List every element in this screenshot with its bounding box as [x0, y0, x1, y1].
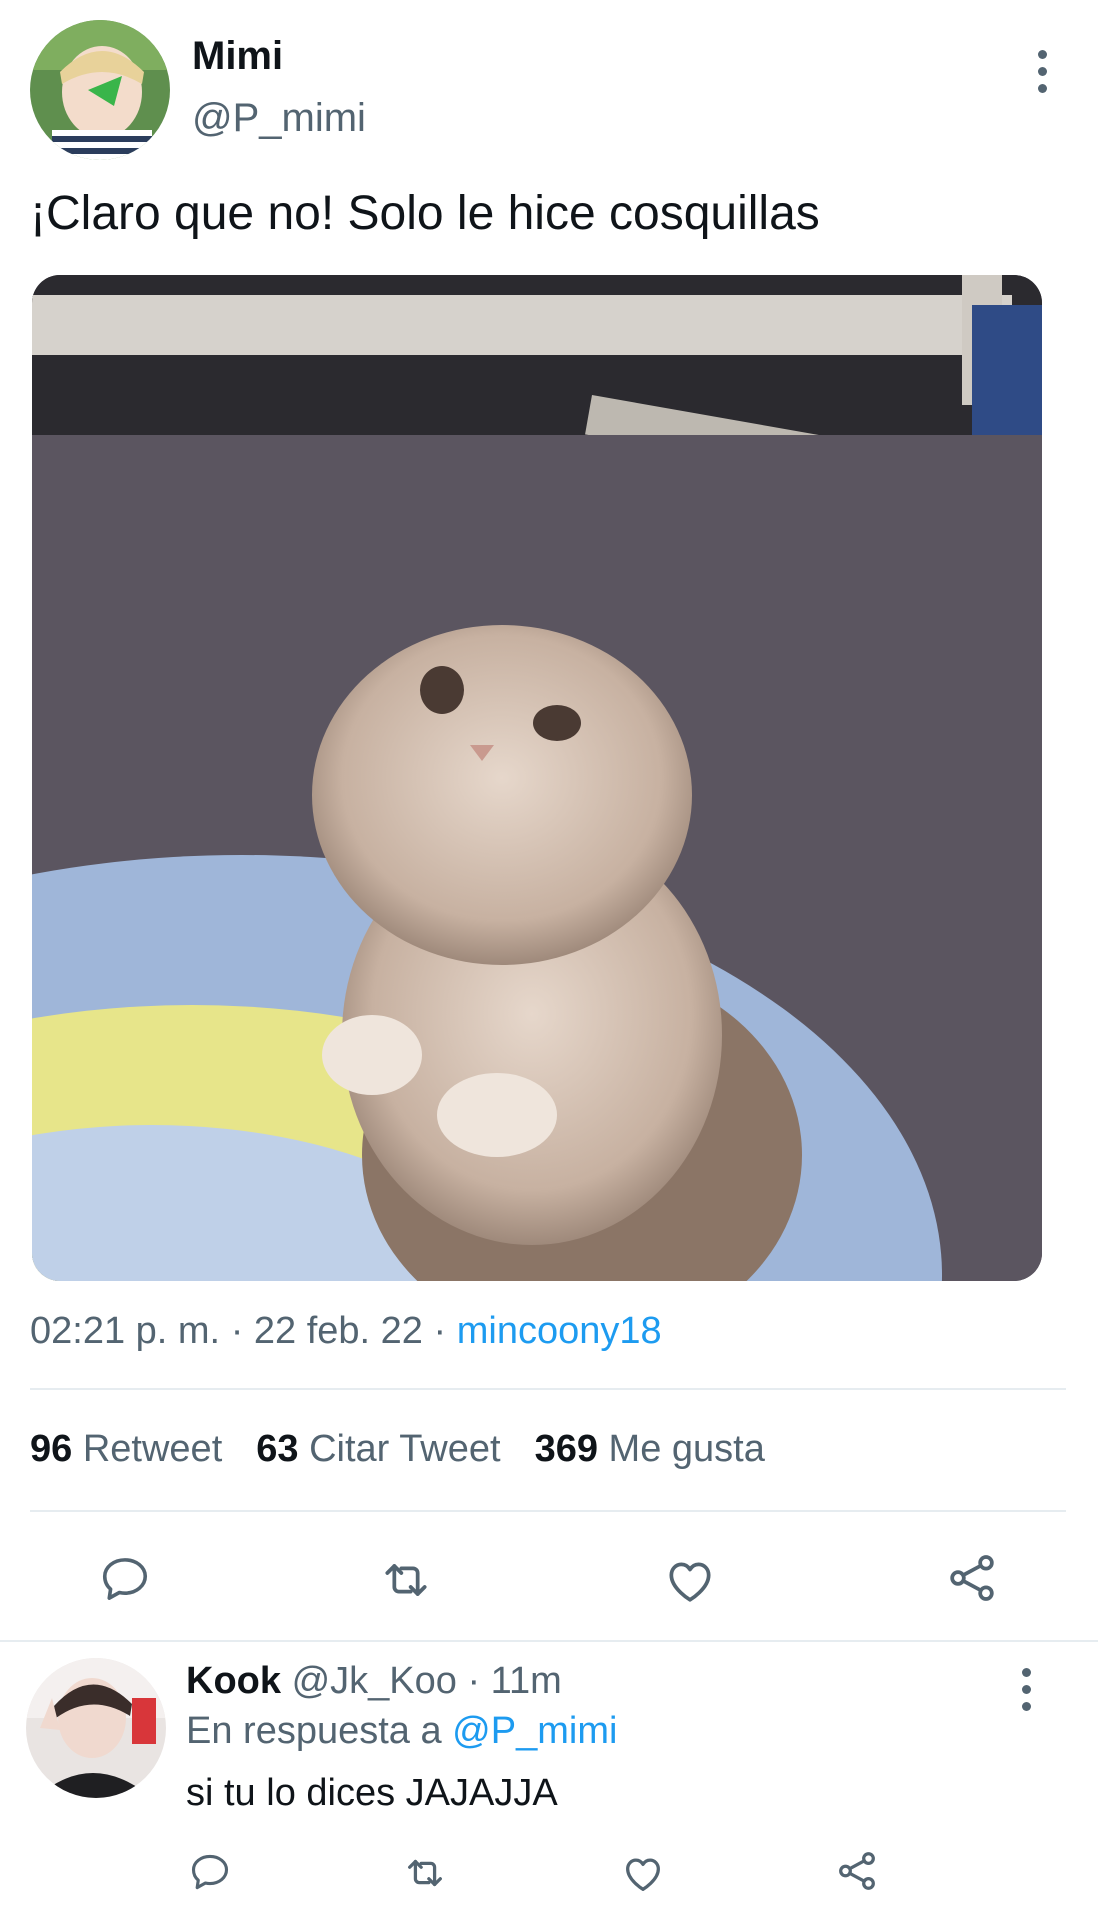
- like-count: 369: [534, 1428, 598, 1470]
- quote-count: 63: [256, 1428, 299, 1470]
- reply-author-name[interactable]: Kook: [186, 1660, 281, 1702]
- retweet-count: 96: [30, 1428, 73, 1470]
- separator: ·: [467, 1660, 481, 1702]
- reply-icon[interactable]: [188, 1850, 232, 1894]
- reply-author-avatar[interactable]: [26, 1658, 166, 1798]
- tweet-photo[interactable]: [32, 275, 1042, 1281]
- separator: ·: [433, 1310, 447, 1352]
- retweet-icon[interactable]: [402, 1850, 448, 1896]
- retweet-count-link[interactable]: 96 Retweet: [30, 1428, 222, 1471]
- reply-header: Kook @Jk_Koo · 11m: [186, 1660, 562, 1703]
- quote-count-link[interactable]: 63 Citar Tweet: [256, 1428, 500, 1471]
- author-handle[interactable]: @P_mimi: [192, 96, 366, 141]
- tweet-text: ¡Claro que no! Solo le hice cosquillas: [30, 187, 820, 240]
- retweet-label: Retweet: [82, 1428, 223, 1470]
- tweet-time[interactable]: 02:21 p. m.: [30, 1310, 220, 1352]
- quote-label: Citar Tweet: [309, 1428, 501, 1470]
- tweet-source-link[interactable]: mincoony18: [457, 1310, 662, 1352]
- like-count-link[interactable]: 369 Me gusta: [535, 1428, 765, 1471]
- divider: [30, 1510, 1066, 1512]
- divider: [0, 1640, 1098, 1642]
- reply-age[interactable]: 11m: [491, 1660, 562, 1702]
- reply-author-handle[interactable]: @Jk_Koo: [292, 1660, 457, 1702]
- author-avatar[interactable]: [30, 20, 170, 160]
- stats-row: 96 Retweet 63 Citar Tweet 369 Me gusta: [30, 1428, 765, 1471]
- share-icon[interactable]: [944, 1550, 1000, 1606]
- retweet-icon[interactable]: [378, 1552, 434, 1608]
- tweet-date[interactable]: 22 feb. 22: [254, 1310, 423, 1352]
- divider: [30, 1388, 1066, 1390]
- reply-text: si tu lo dices JAJAJJA: [186, 1772, 558, 1814]
- replying-to-handle[interactable]: @P_mimi: [452, 1710, 617, 1752]
- tweet-timestamp: 02:21 p. m. · 22 feb. 22 · mincoony18: [30, 1310, 662, 1353]
- reply-icon[interactable]: [98, 1552, 152, 1606]
- more-options-icon[interactable]: [1034, 50, 1050, 93]
- like-label: Me gusta: [608, 1428, 765, 1470]
- share-icon[interactable]: [834, 1848, 880, 1894]
- heart-icon[interactable]: [620, 1850, 666, 1896]
- separator: ·: [230, 1310, 244, 1352]
- author-name[interactable]: Mimi: [192, 34, 283, 79]
- heart-icon[interactable]: [662, 1552, 718, 1608]
- more-options-icon[interactable]: [1018, 1668, 1034, 1711]
- replying-to: En respuesta a @P_mimi: [186, 1710, 617, 1753]
- replying-to-prefix: En respuesta a: [186, 1710, 442, 1752]
